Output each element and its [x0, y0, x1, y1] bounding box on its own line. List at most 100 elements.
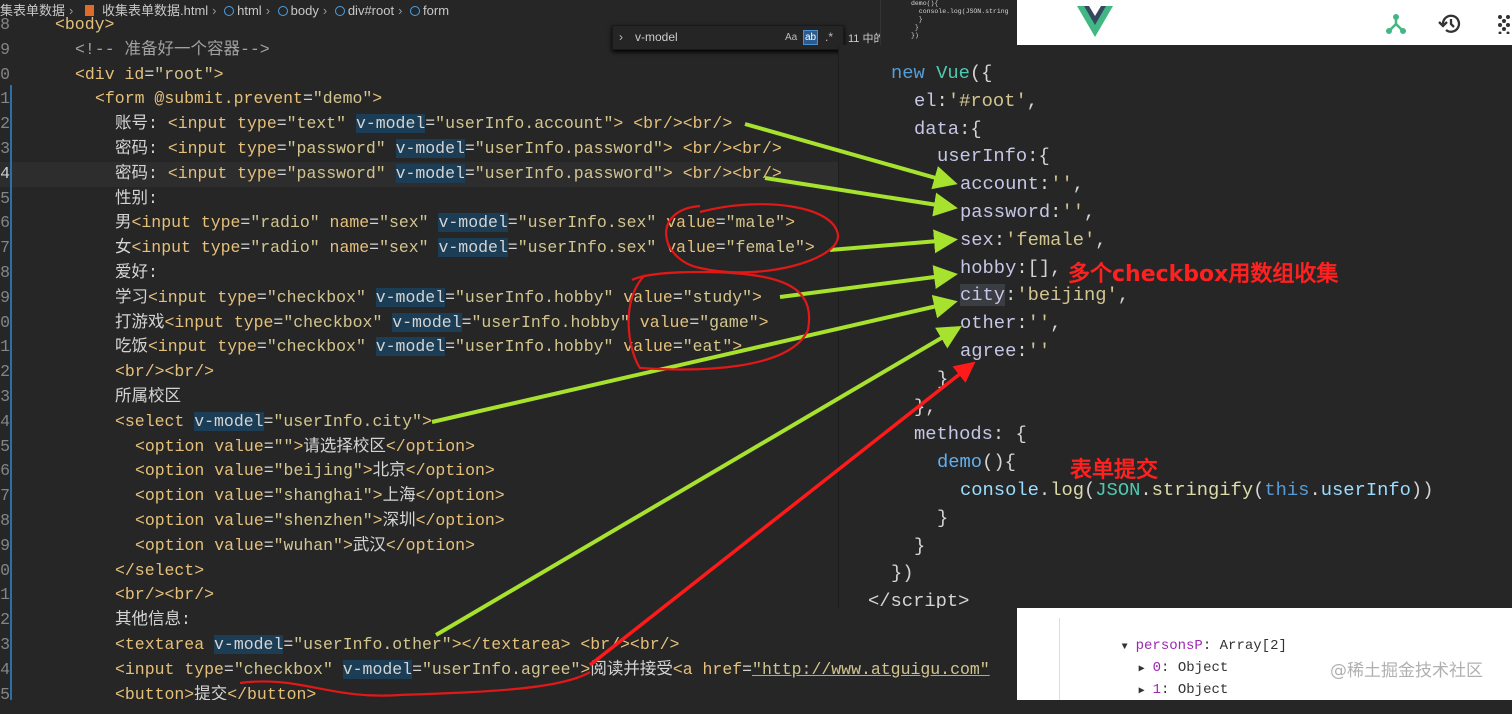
code-token: value — [666, 213, 716, 233]
code-token: name — [329, 238, 370, 258]
code-token: > — [372, 486, 383, 506]
code-token: "study" — [682, 287, 753, 307]
component-tree-icon[interactable] — [1385, 13, 1407, 35]
code-token: <button> — [115, 684, 195, 700]
code-token: 上海 — [382, 486, 416, 506]
code-token: 密码: — [115, 163, 168, 183]
code-token: = — [461, 312, 472, 332]
code-line[interactable]: 35 <button>提交</button> — [0, 683, 1017, 700]
minimap: demo(){ console.log(JSON.string } }}) — [880, 0, 1017, 45]
code-token: <option — [135, 511, 215, 530]
code-token: "userInfo.city" — [273, 411, 422, 431]
script-line: methods: { — [914, 421, 1027, 449]
line-number: 8 — [0, 15, 10, 34]
code-token: : — [1005, 284, 1017, 307]
code-token: other — [960, 312, 1017, 335]
code-token: 女 — [115, 238, 132, 258]
code-token: :{ — [959, 117, 982, 140]
line-number: 18 — [0, 263, 10, 282]
code-token: <input — [167, 163, 238, 183]
code-token: <input — [131, 213, 201, 233]
code-token: "password" — [286, 139, 396, 158]
code-token: <textarea — [115, 635, 215, 654]
code-token: }) — [891, 562, 914, 585]
code-token: 所属校区 — [115, 387, 181, 406]
collapsed-triangle-icon[interactable]: ▶ — [1139, 686, 1145, 697]
search-match-highlight: v-model — [438, 238, 508, 258]
code-token: </option> — [385, 535, 475, 555]
find-input[interactable]: v-model — [635, 26, 678, 49]
code-token: : — [1050, 201, 1062, 223]
code-token: = — [369, 238, 380, 258]
code-token: = — [672, 287, 683, 307]
code-token: , — [1084, 201, 1096, 223]
code-token: , — [1095, 228, 1107, 251]
code-token: password — [960, 201, 1051, 223]
code-token[interactable]: "http://www.atguigu.com" — [752, 660, 990, 679]
tree-node-1[interactable]: ▶ 1: Object — [1105, 666, 1229, 714]
code-token: , — [1072, 173, 1085, 196]
code-token: = — [672, 337, 683, 357]
script-line: }) — [891, 560, 914, 588]
code-token: '' — [1061, 201, 1084, 223]
code-token: </script> — [868, 590, 970, 608]
code-token: = — [240, 213, 251, 233]
code-token: new — [891, 62, 937, 84]
code-token: 性别: — [115, 188, 158, 208]
code-token: = — [276, 114, 287, 134]
code-token: type — [217, 287, 257, 307]
code-token: 北京 — [372, 461, 406, 481]
search-match-highlight: v-model — [395, 163, 465, 183]
code-token: = — [302, 89, 313, 109]
line-number: 12 — [0, 114, 10, 134]
code-token: "wuhan" — [273, 535, 343, 555]
code-token: "female" — [725, 238, 805, 258]
line-number: 35 — [0, 684, 10, 700]
code-token: type — [237, 139, 277, 158]
code-token: } — [914, 534, 926, 557]
code-token: ({ — [969, 62, 993, 84]
code-token: "text" — [286, 114, 356, 134]
code-token: type — [200, 238, 241, 258]
vuex-dots-icon[interactable] — [1497, 14, 1512, 34]
code-token: 账号: — [115, 114, 168, 134]
code-token: , — [1050, 312, 1062, 335]
search-match-highlight: v-model — [342, 659, 413, 679]
code-token: value — [623, 337, 673, 357]
toggle-replace-chevron-icon[interactable]: › — [619, 26, 623, 49]
line-number: 16 — [0, 213, 10, 233]
code-token: </button> — [227, 684, 317, 700]
code-token: = — [276, 139, 287, 158]
code-token: 打游戏 — [115, 312, 165, 332]
code-token: data — [914, 117, 960, 140]
line-number: 27 — [0, 486, 10, 506]
match-case-toggle[interactable]: Aa — [785, 26, 797, 49]
minimap-line: console.log(JSON.string — [911, 8, 1009, 15]
minimap-line: demo(){ — [911, 0, 939, 7]
code-token: : — [1016, 312, 1028, 335]
line-number: 13 — [0, 139, 10, 158]
code-token: <option — [135, 535, 215, 555]
code-token: <div — [75, 64, 125, 84]
code-token: 密码: — [115, 139, 168, 158]
code-token: = — [715, 238, 726, 258]
code-token: "checkbox" — [283, 312, 393, 332]
code-token: "checkbox" — [233, 659, 343, 679]
code-line[interactable]: 32 其他信息: — [0, 608, 1017, 633]
regex-toggle[interactable]: .* — [825, 26, 833, 49]
code-token: value — [214, 535, 264, 555]
code-line[interactable]: 34<input type="checkbox" v-model="userIn… — [0, 658, 1017, 683]
code-token: value — [214, 461, 264, 481]
code-token: type — [233, 312, 274, 332]
code-token: stringify — [1151, 479, 1254, 501]
line-number: 24 — [0, 411, 10, 431]
whole-word-toggle[interactable]: ab — [803, 30, 819, 45]
code-token: <input — [167, 139, 238, 158]
script-line: } — [937, 505, 948, 533]
code-token: ( — [1253, 479, 1265, 501]
find-widget: › v-model Aa ab .* — [612, 25, 844, 50]
history-icon[interactable] — [1438, 12, 1462, 36]
code-line[interactable]: 33 <textarea v-model="userInfo.other"></t… — [0, 633, 1017, 658]
code-token: : — [993, 228, 1006, 251]
code-token: : — [1016, 340, 1028, 362]
